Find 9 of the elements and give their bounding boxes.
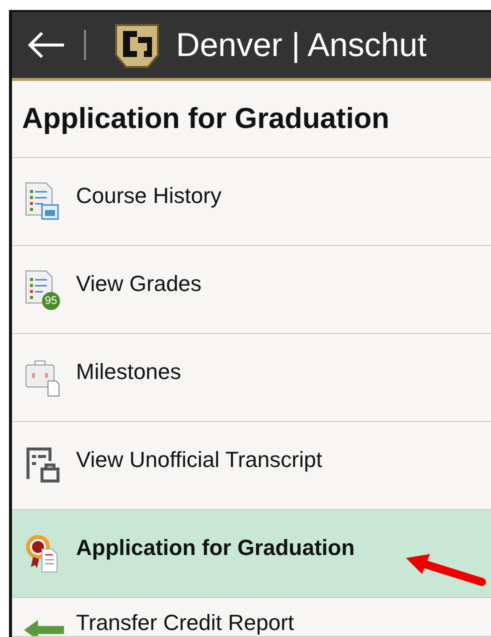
back-icon[interactable] xyxy=(26,30,66,60)
menu-item[interactable]: Course History xyxy=(12,158,491,246)
menu-item[interactable]: Application for Graduation xyxy=(12,510,491,598)
menu-item[interactable]: 95 View Grades xyxy=(12,246,491,334)
page-title: Application for Graduation xyxy=(22,102,390,136)
menu-item[interactable]: Milestones xyxy=(12,334,491,422)
brand-name: Denver | Anschut xyxy=(176,26,427,64)
menu-item[interactable]: Transfer Credit Report xyxy=(12,598,491,637)
score-badge: 95 xyxy=(42,292,60,310)
